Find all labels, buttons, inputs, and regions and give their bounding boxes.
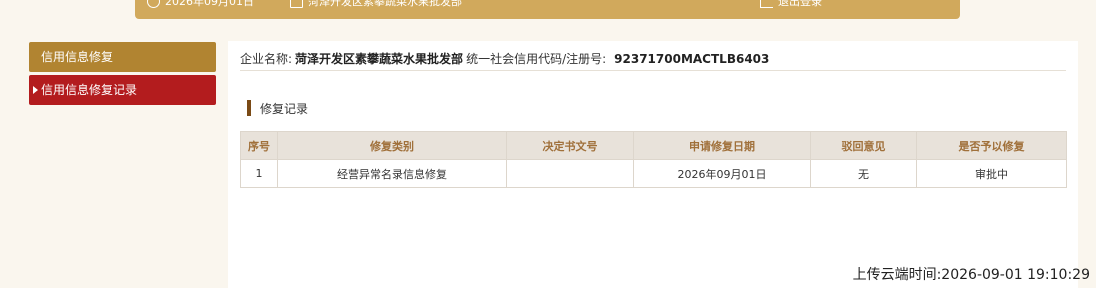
credit-code-value: 92371700MACTLB6403 (614, 52, 770, 66)
triangle-right-icon (33, 86, 38, 94)
sidebar: 信用信息修复 信用信息修复记录 (29, 42, 216, 105)
logout-icon (760, 0, 773, 8)
document-icon (290, 0, 303, 8)
sidebar-item-credit-repair[interactable]: 信用信息修复 (29, 42, 216, 72)
main-content: 企业名称: 菏泽开发区素攀蔬菜水果批发部 统一社会信用代码/注册号: 92371700… (228, 41, 1078, 288)
repair-record-table: 序号 修复类别 决定书文号 申请修复日期 驳回意见 是否予以修复 1 经营异常名… (240, 131, 1067, 188)
upload-time: 上传云端时间:2026-09-01 19:10:29 (852, 267, 1090, 283)
logout-text: 退出登录 (778, 0, 822, 8)
cell-decision-number (506, 159, 634, 188)
top-bar: 2026年09月01日 菏泽开发区素攀蔬菜水果批发部 退出登录 (135, 0, 960, 19)
logout-button[interactable]: 退出登录 (760, 0, 822, 9)
company-name-value: 菏泽开发区素攀蔬菜水果批发部 (295, 52, 464, 66)
company-name-label: 企业名称: (240, 52, 293, 66)
cell-repair-type: 经营异常名录信息修复 (277, 159, 507, 188)
date-text: 2026年09月01日 (165, 0, 254, 8)
cell-index: 1 (240, 159, 278, 188)
header-repair-type: 修复类别 (277, 131, 507, 160)
sidebar-item-label: 信用信息修复 (41, 50, 114, 64)
header-rejection-opinion: 驳回意见 (810, 131, 917, 160)
section-title: 修复记录 (247, 100, 308, 116)
header-decision-number: 决定书文号 (506, 131, 634, 160)
sidebar-item-label: 信用信息修复记录 (41, 83, 138, 97)
cell-rejection-opinion: 无 (810, 159, 917, 188)
header-repair-status: 是否予以修复 (916, 131, 1067, 160)
clock-icon (147, 0, 160, 8)
cell-repair-status: 审批中 (916, 159, 1067, 188)
company-display: 菏泽开发区素攀蔬菜水果批发部 (290, 0, 462, 9)
header-apply-date: 申请修复日期 (633, 131, 811, 160)
table-row: 1 经营异常名录信息修复 2026年09月01日 无 审批中 (240, 159, 1067, 188)
header-index: 序号 (240, 131, 278, 160)
credit-code-label: 统一社会信用代码/注册号: (466, 52, 607, 66)
section-title-text: 修复记录 (260, 101, 309, 116)
sidebar-item-credit-repair-record[interactable]: 信用信息修复记录 (29, 75, 216, 105)
company-text: 菏泽开发区素攀蔬菜水果批发部 (308, 0, 462, 8)
section-marker (247, 100, 251, 116)
table-header-row: 序号 修复类别 决定书文号 申请修复日期 驳回意见 是否予以修复 (240, 131, 1067, 160)
cell-apply-date: 2026年09月01日 (633, 159, 811, 188)
company-info: 企业名称: 菏泽开发区素攀蔬菜水果批发部 统一社会信用代码/注册号: 92371700… (240, 50, 1066, 71)
date-display: 2026年09月01日 (147, 0, 254, 9)
